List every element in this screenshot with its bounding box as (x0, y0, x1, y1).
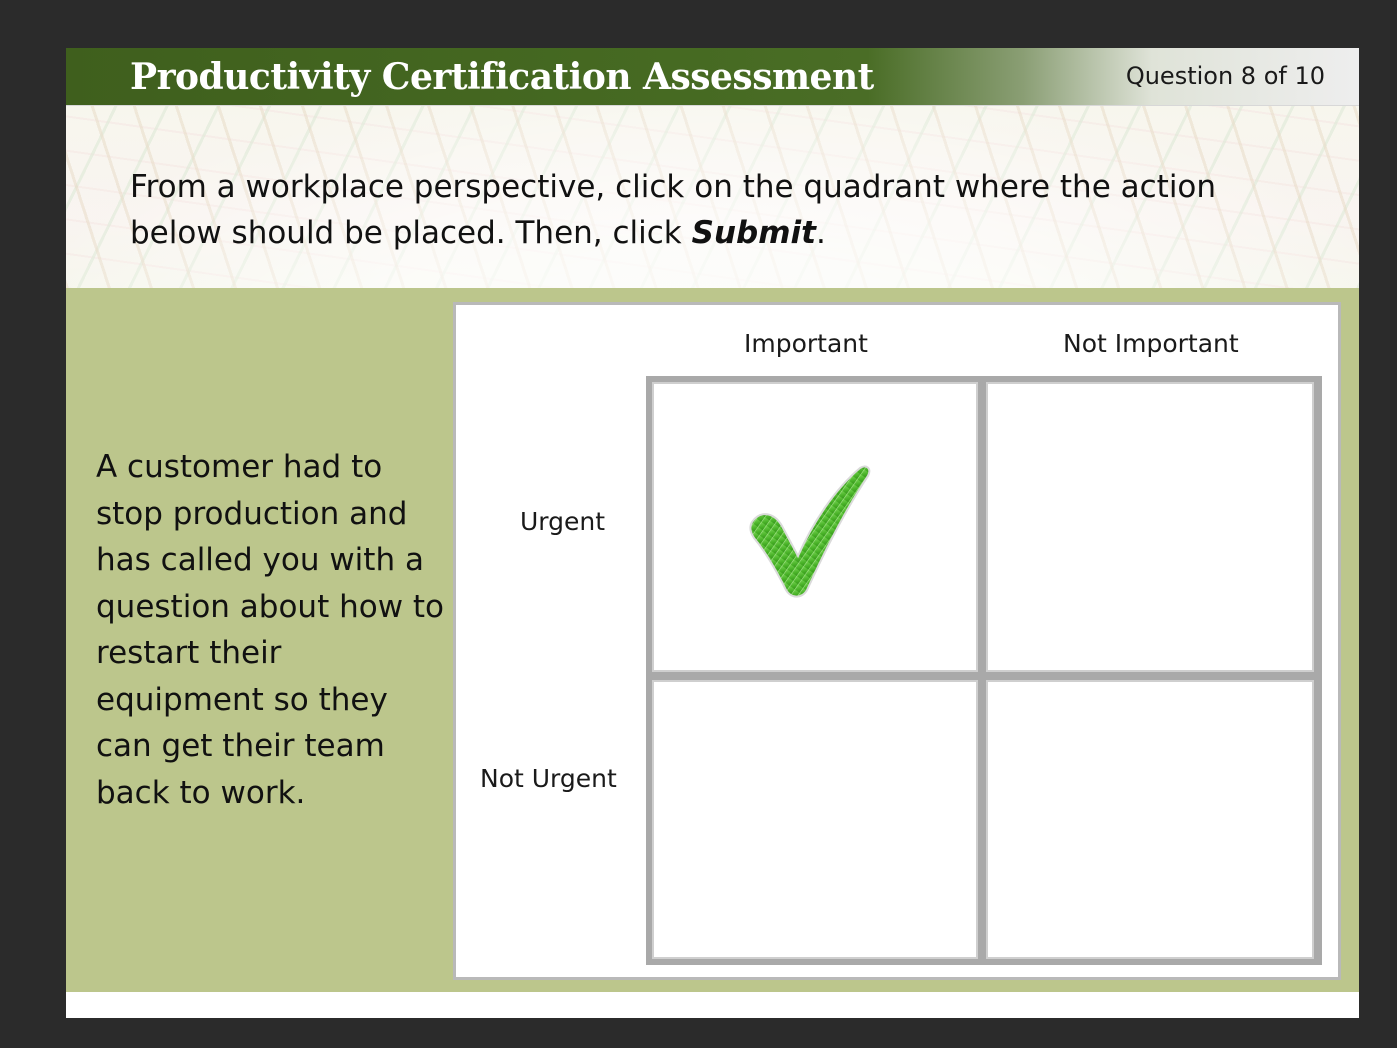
assessment-slide: Productivity Certification Assessment Qu… (66, 48, 1359, 1018)
priority-matrix: Important Not Important Urgent Not Urgen… (453, 302, 1341, 980)
page-title: Productivity Certification Assessment (130, 56, 874, 98)
instructions-text: From a workplace perspective, click on t… (130, 164, 1290, 256)
bottom-strip (66, 992, 1359, 1018)
question-counter: Question 8 of 10 (1125, 62, 1325, 90)
quadrant-grid (646, 376, 1322, 965)
instructions-band: From a workplace perspective, click on t… (66, 105, 1359, 289)
checkmark-icon (749, 465, 871, 598)
header-bar: Productivity Certification Assessment Qu… (66, 48, 1359, 105)
column-label-important: Important (744, 329, 868, 358)
instructions-submit-emphasis: Submit (691, 215, 816, 251)
scenario-text: A customer had to stop production and ha… (96, 449, 445, 811)
quadrant-not-urgent-important[interactable] (652, 680, 978, 959)
quadrant-urgent-not-important[interactable] (986, 382, 1314, 672)
row-label-not-urgent: Not Urgent (480, 764, 617, 793)
instructions-text-after: . (815, 215, 826, 251)
question-panel: A customer had to stop production and ha… (66, 288, 1359, 992)
row-label-urgent: Urgent (520, 507, 606, 536)
column-label-not-important: Not Important (1063, 329, 1239, 358)
instructions-text-before: From a workplace perspective, click on t… (130, 169, 1217, 251)
quadrant-urgent-important[interactable] (652, 382, 978, 672)
quadrant-not-urgent-not-important[interactable] (986, 680, 1314, 959)
